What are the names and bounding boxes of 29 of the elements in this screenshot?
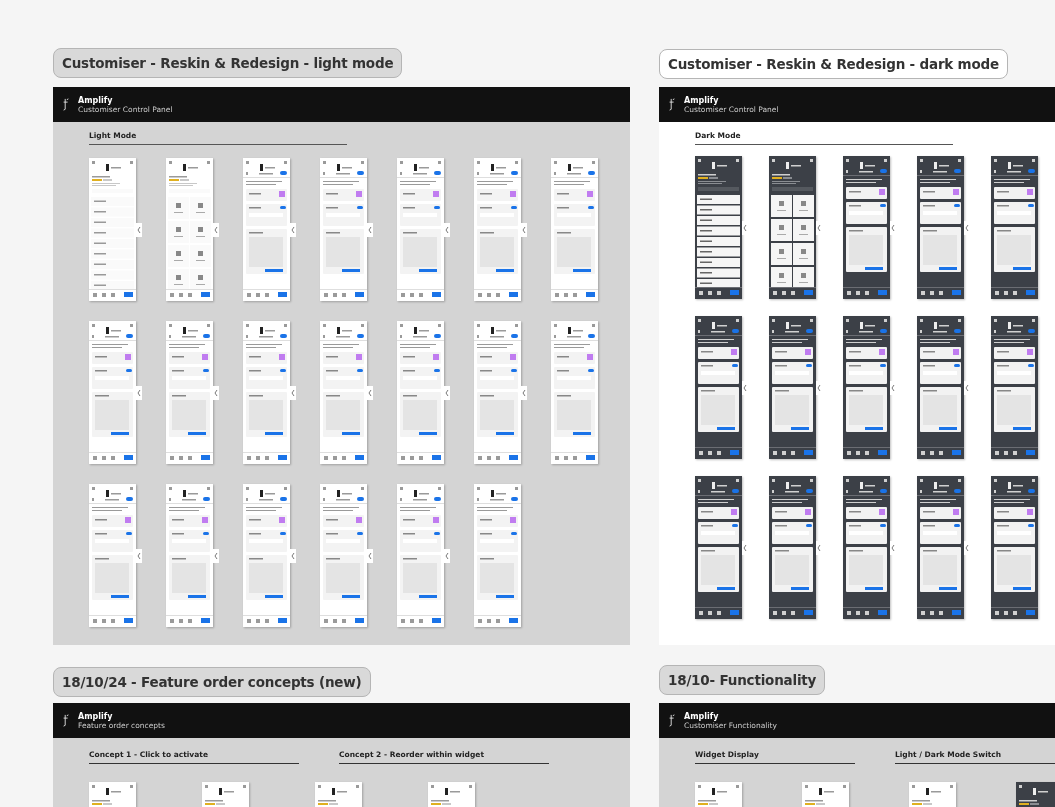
collapse-handle-icon xyxy=(444,385,450,400)
collapse-handle-icon xyxy=(136,222,142,237)
board-label: Customiser - Reskin & Redesign - dark mode xyxy=(659,49,1008,79)
logo-icon xyxy=(62,98,70,111)
logo-icon xyxy=(668,714,676,727)
board-label: 18/10/24 - Feature order concepts (new) xyxy=(53,667,371,697)
collapse-handle-icon xyxy=(521,385,527,400)
collapse-handle-icon xyxy=(213,385,219,400)
collapse-handle-icon xyxy=(367,222,373,237)
logo-icon xyxy=(62,714,70,727)
collapse-handle-icon xyxy=(290,222,296,237)
collapse-handle-icon xyxy=(444,222,450,237)
collapse-handle-icon xyxy=(521,222,527,237)
collapse-handle-icon xyxy=(213,548,219,563)
collapse-handle-icon xyxy=(367,548,373,563)
app-title: Amplify xyxy=(684,711,719,721)
collapse-handle-icon xyxy=(213,222,219,237)
collapse-handle-icon xyxy=(290,385,296,400)
board-label: 18/10- Functionality xyxy=(659,665,826,695)
app-title: Amplify xyxy=(78,95,113,105)
board-label: Customiser - Reskin & Redesign - light mode xyxy=(53,48,403,78)
collapse-handle-icon xyxy=(367,385,373,400)
logo-icon xyxy=(668,98,676,111)
collapse-handle-icon xyxy=(136,548,142,563)
collapse-handle-icon xyxy=(136,385,142,400)
app-title: Amplify xyxy=(684,95,719,105)
app-title: Amplify xyxy=(78,711,113,721)
collapse-handle-icon xyxy=(444,548,450,563)
collapse-handle-icon xyxy=(290,548,296,563)
